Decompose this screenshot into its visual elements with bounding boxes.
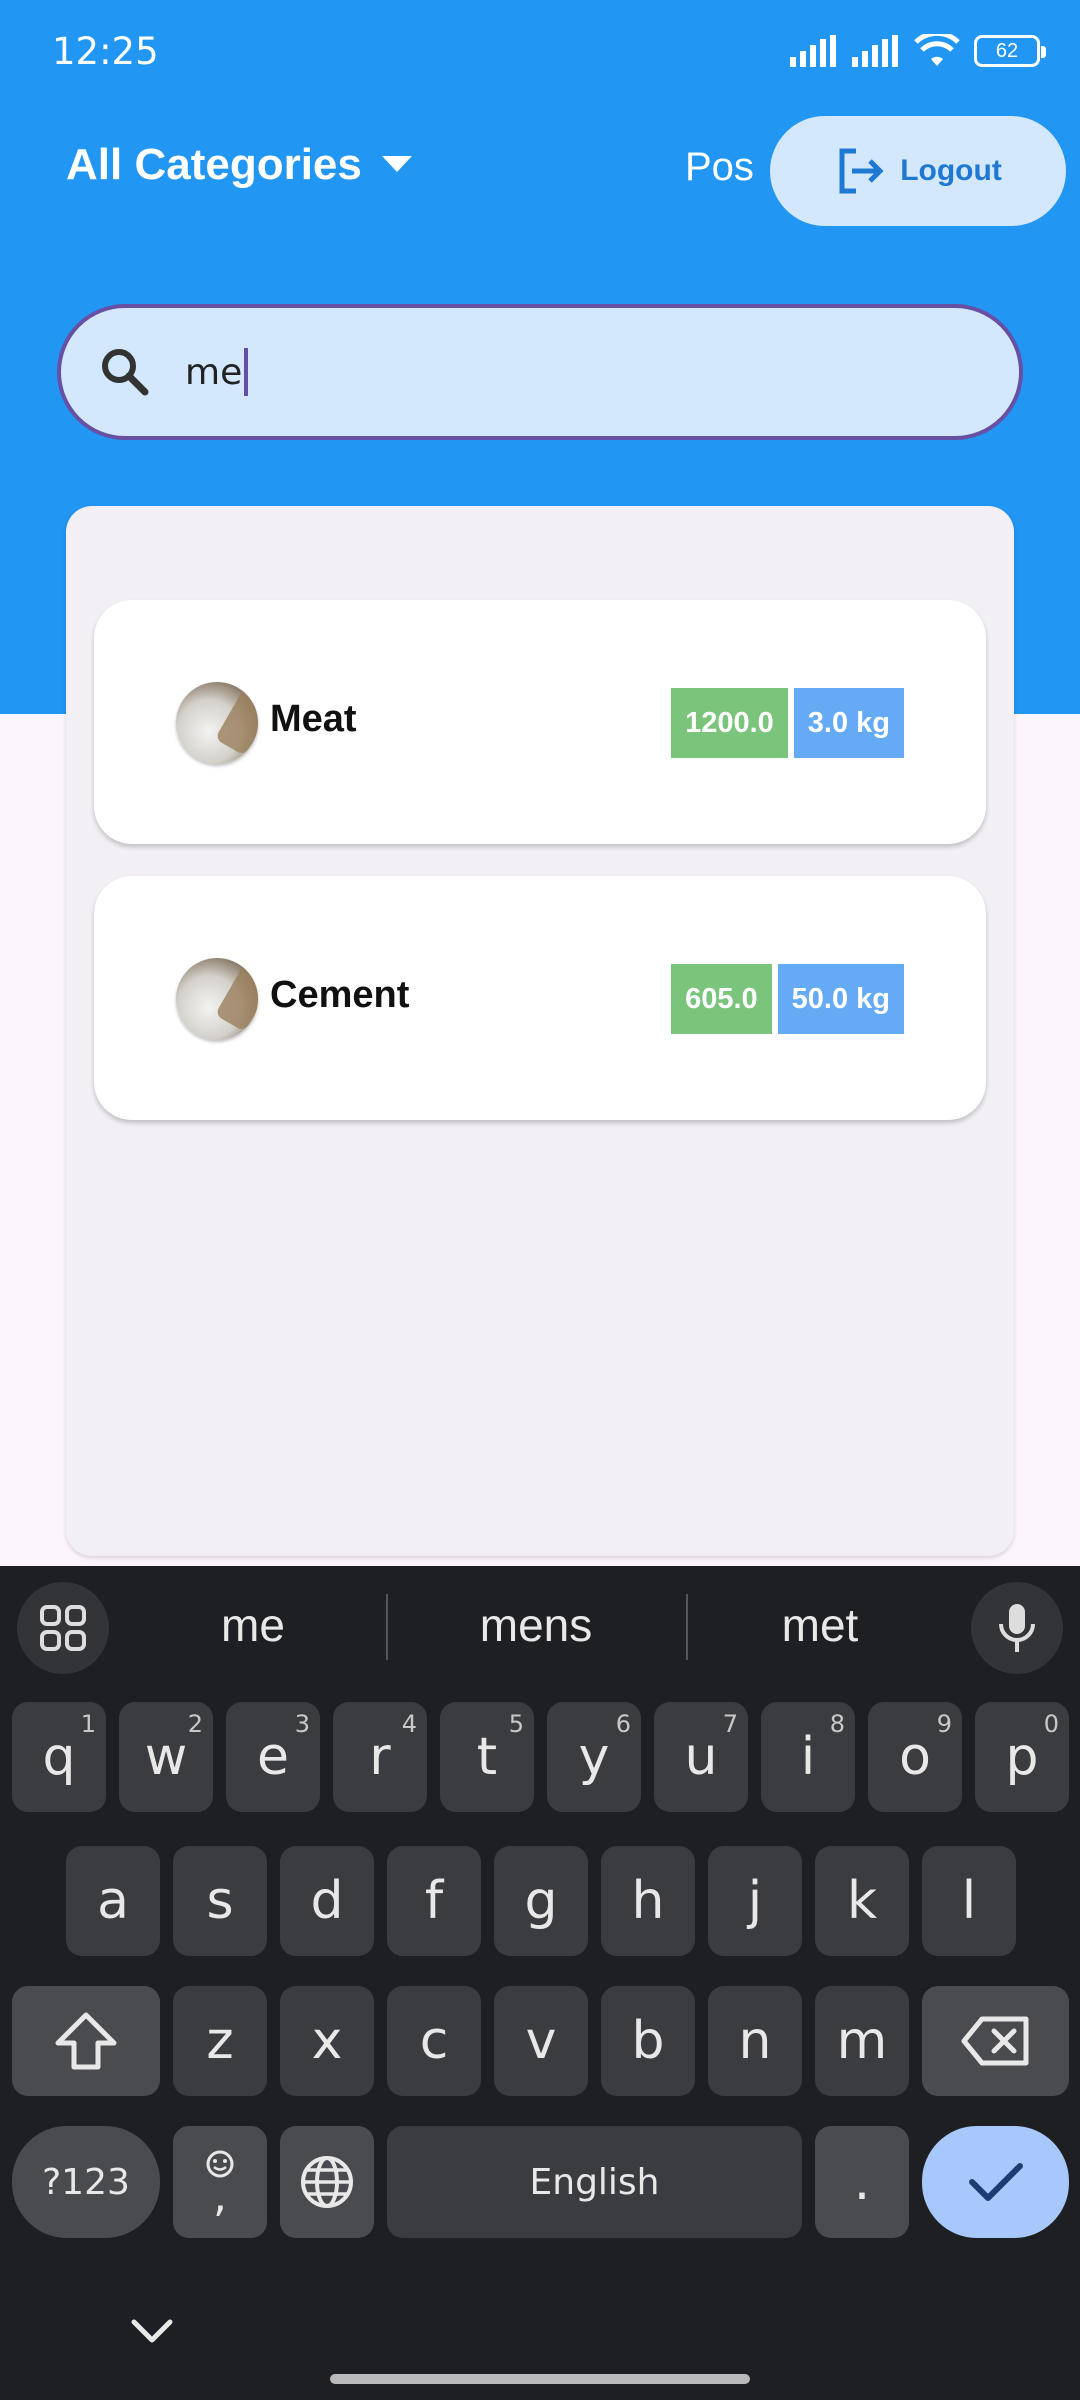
apps-grid-icon[interactable] bbox=[17, 1582, 109, 1674]
logout-label: Logout bbox=[900, 154, 1002, 187]
key-m[interactable]: m bbox=[815, 1986, 909, 2096]
product-badges: 605.0 50.0 kg bbox=[671, 964, 904, 1034]
product-name: Cement bbox=[270, 974, 410, 1016]
key-w[interactable]: w2 bbox=[119, 1702, 213, 1812]
category-dropdown[interactable]: All Categories bbox=[66, 140, 412, 190]
suggestion-strip: me mens met bbox=[0, 1566, 1080, 1688]
battery-icon: 62 bbox=[974, 35, 1046, 67]
logout-icon bbox=[839, 148, 884, 194]
key-l[interactable]: l bbox=[922, 1846, 1016, 1956]
key-b[interactable]: b bbox=[601, 1986, 695, 2096]
product-card[interactable]: Meat 1200.0 3.0 kg bbox=[94, 600, 986, 844]
status-time: 12:25 bbox=[52, 30, 159, 73]
product-badges: 1200.0 3.0 kg bbox=[671, 688, 904, 758]
key-e[interactable]: e3 bbox=[226, 1702, 320, 1812]
key-c[interactable]: c bbox=[387, 1986, 481, 2096]
key-q[interactable]: q1 bbox=[12, 1702, 106, 1812]
shift-icon bbox=[55, 2012, 117, 2070]
product-avatar bbox=[176, 682, 258, 764]
home-indicator[interactable] bbox=[330, 2374, 750, 2384]
key-y[interactable]: y6 bbox=[547, 1702, 641, 1812]
globe-icon bbox=[301, 2156, 353, 2208]
soft-keyboard: me mens met bbox=[0, 1566, 1080, 2400]
emoji-comma-key[interactable]: , bbox=[173, 2126, 267, 2238]
price-badge: 605.0 bbox=[671, 964, 772, 1034]
key-p[interactable]: p0 bbox=[975, 1702, 1069, 1812]
key-t[interactable]: t5 bbox=[440, 1702, 534, 1812]
language-key[interactable] bbox=[280, 2126, 374, 2238]
product-card[interactable]: Cement 605.0 50.0 kg bbox=[94, 876, 986, 1120]
status-icons: 62 bbox=[790, 34, 1046, 68]
key-g[interactable]: g bbox=[494, 1846, 588, 1956]
signal-icon-2 bbox=[852, 35, 898, 67]
enter-key[interactable] bbox=[922, 2126, 1069, 2238]
dropdown-arrow-icon bbox=[381, 156, 412, 172]
product-list-panel: Meat 1200.0 3.0 kg Cement 605.0 50.0 kg bbox=[66, 506, 1014, 1556]
suggestion-1[interactable]: me bbox=[133, 1598, 373, 1652]
backspace-icon bbox=[961, 2016, 1028, 2066]
key-k[interactable]: k bbox=[815, 1846, 909, 1956]
key-n[interactable]: n bbox=[708, 1986, 802, 2096]
key-u[interactable]: u7 bbox=[654, 1702, 748, 1812]
key-a[interactable]: a bbox=[66, 1846, 160, 1956]
suggestion-divider bbox=[686, 1594, 688, 1660]
category-dropdown-label: All Categories bbox=[66, 140, 362, 189]
search-value: me bbox=[185, 351, 243, 393]
wifi-icon bbox=[914, 34, 960, 66]
key-z[interactable]: z bbox=[173, 1986, 267, 2096]
checkmark-icon bbox=[968, 2163, 1023, 2201]
space-key[interactable]: English bbox=[387, 2126, 802, 2238]
suggestion-divider bbox=[386, 1594, 388, 1660]
text-caret bbox=[244, 348, 249, 396]
quantity-badge: 3.0 kg bbox=[793, 688, 904, 758]
quantity-badge: 50.0 kg bbox=[777, 964, 904, 1034]
period-key[interactable]: . bbox=[815, 2126, 909, 2238]
hide-keyboard-chevron-icon[interactable] bbox=[130, 2316, 174, 2346]
pos-label: Pos bbox=[685, 145, 754, 189]
key-v[interactable]: v bbox=[494, 1986, 588, 2096]
product-name: Meat bbox=[270, 698, 357, 740]
key-s[interactable]: s bbox=[173, 1846, 267, 1956]
status-bar: 12:25 62 bbox=[0, 0, 1080, 110]
suggestion-3[interactable]: met bbox=[700, 1598, 940, 1652]
key-j[interactable]: j bbox=[708, 1846, 802, 1956]
logout-button[interactable]: Logout bbox=[770, 116, 1066, 226]
symbols-key[interactable]: ?123 bbox=[12, 2126, 160, 2238]
microphone-icon[interactable] bbox=[971, 1582, 1063, 1674]
search-text: me bbox=[185, 348, 249, 396]
price-badge: 1200.0 bbox=[671, 688, 788, 758]
signal-icon bbox=[790, 35, 836, 67]
suggestion-2[interactable]: mens bbox=[416, 1598, 656, 1652]
key-f[interactable]: f bbox=[387, 1846, 481, 1956]
key-o[interactable]: o9 bbox=[868, 1702, 962, 1812]
search-input[interactable]: me bbox=[57, 304, 1023, 440]
key-i[interactable]: i8 bbox=[761, 1702, 855, 1812]
search-icon bbox=[102, 349, 149, 396]
backspace-key[interactable] bbox=[922, 1986, 1069, 2096]
key-x[interactable]: x bbox=[280, 1986, 374, 2096]
key-h[interactable]: h bbox=[601, 1846, 695, 1956]
key-d[interactable]: d bbox=[280, 1846, 374, 1956]
shift-key[interactable] bbox=[12, 1986, 160, 2096]
product-avatar bbox=[176, 958, 258, 1040]
key-r[interactable]: r4 bbox=[333, 1702, 427, 1812]
